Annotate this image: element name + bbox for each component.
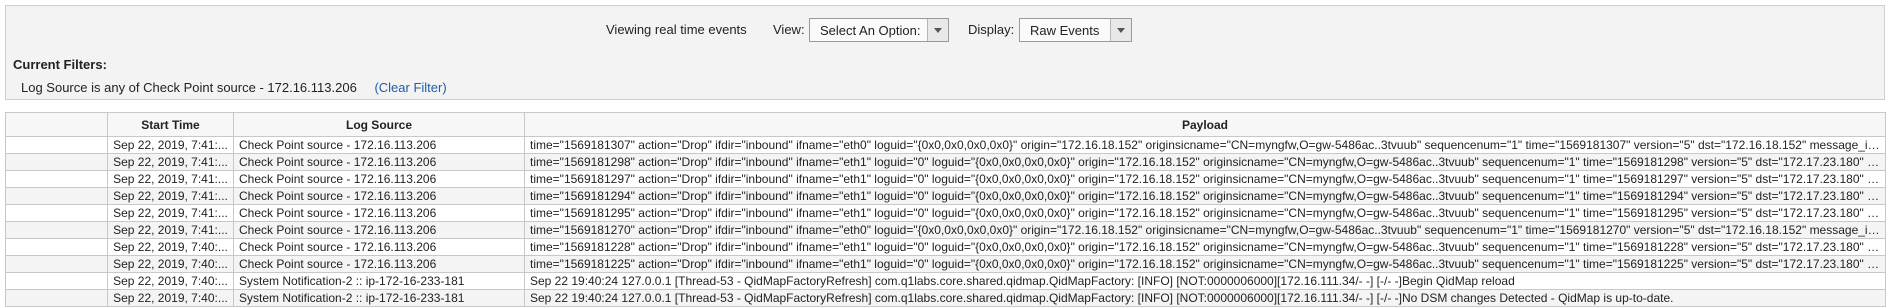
log-source-cell: Check Point source - 172.16.113.206 (233, 204, 525, 222)
payload-cell: Sep 22 19:40:24 127.0.0.1 [Thread-53 - Q… (524, 289, 1886, 307)
row-select-cell[interactable] (5, 153, 108, 171)
row-select-cell[interactable] (5, 238, 108, 256)
row-select-cell[interactable] (5, 170, 108, 188)
start-time-cell: Sep 22, 2019, 7:41:... (107, 136, 234, 154)
column-header-log-source[interactable]: Log Source (233, 112, 525, 137)
payload-cell: time="1569181225" action="Drop" ifdir="i… (524, 255, 1886, 273)
row-select-cell[interactable] (5, 221, 108, 239)
log-source-cell: Check Point source - 172.16.113.206 (233, 255, 525, 273)
display-select-dropdown-button[interactable] (1110, 19, 1131, 41)
payload-cell: time="1569181297" action="Drop" ifdir="i… (524, 170, 1886, 188)
table-row[interactable]: Sep 22, 2019, 7:41:... Check Point source… (5, 204, 1886, 222)
payload-cell: time="1569181270" action="Drop" ifdir="i… (524, 221, 1886, 239)
toolbar: Viewing real time events View: Select An… (6, 15, 1884, 43)
toolbar-panel: Viewing real time events View: Select An… (5, 5, 1885, 100)
table-row[interactable]: Sep 22, 2019, 7:40:... Check Point source… (5, 238, 1886, 256)
current-filters-title: Current Filters: (13, 57, 107, 72)
log-source-cell: Check Point source - 172.16.113.206 (233, 187, 525, 205)
payload-cell: time="1569181228" action="Drop" ifdir="i… (524, 238, 1886, 256)
start-time-cell: Sep 22, 2019, 7:40:... (107, 272, 234, 290)
start-time-cell: Sep 22, 2019, 7:41:... (107, 204, 234, 222)
column-header-start-time[interactable]: Start Time (107, 112, 234, 137)
table-row[interactable]: Sep 22, 2019, 7:41:... Check Point source… (5, 221, 1886, 239)
row-select-cell[interactable] (5, 136, 108, 154)
row-select-cell[interactable] (5, 204, 108, 222)
log-source-cell: System Notification-2 :: ip-172-16-233-1… (233, 289, 525, 307)
row-select-cell[interactable] (5, 255, 108, 273)
row-select-cell[interactable] (5, 272, 108, 290)
table-row[interactable]: Sep 22, 2019, 7:41:... Check Point source… (5, 170, 1886, 188)
start-time-cell: Sep 22, 2019, 7:40:... (107, 289, 234, 307)
view-select[interactable]: Select An Option: (809, 18, 949, 42)
column-header-payload[interactable]: Payload (524, 112, 1886, 137)
log-source-cell: System Notification-2 :: ip-172-16-233-1… (233, 272, 525, 290)
events-table: Start Time Log Source Payload Sep 22, 20… (5, 112, 1886, 307)
table-row[interactable]: Sep 22, 2019, 7:41:... Check Point source… (5, 187, 1886, 205)
view-label: View: (773, 22, 805, 37)
start-time-cell: Sep 22, 2019, 7:41:... (107, 221, 234, 239)
table-header-row: Start Time Log Source Payload (5, 112, 1886, 137)
log-source-cell: Check Point source - 172.16.113.206 (233, 238, 525, 256)
chevron-down-icon (934, 28, 942, 33)
view-select-dropdown-button[interactable] (927, 19, 948, 41)
table-row[interactable]: Sep 22, 2019, 7:40:... System Notificatio… (5, 272, 1886, 290)
viewing-status-text: Viewing real time events (606, 22, 747, 37)
log-source-cell: Check Point source - 172.16.113.206 (233, 136, 525, 154)
row-select-cell[interactable] (5, 289, 108, 307)
log-source-cell: Check Point source - 172.16.113.206 (233, 221, 525, 239)
table-row[interactable]: Sep 22, 2019, 7:41:... Check Point source… (5, 136, 1886, 154)
table-row[interactable]: Sep 22, 2019, 7:41:... Check Point source… (5, 153, 1886, 171)
start-time-cell: Sep 22, 2019, 7:41:... (107, 170, 234, 188)
payload-cell: time="1569181294" action="Drop" ifdir="i… (524, 187, 1886, 205)
log-source-cell: Check Point source - 172.16.113.206 (233, 153, 525, 171)
log-source-cell: Check Point source - 172.16.113.206 (233, 170, 525, 188)
start-time-cell: Sep 22, 2019, 7:41:... (107, 187, 234, 205)
payload-cell: Sep 22 19:40:24 127.0.0.1 [Thread-53 - Q… (524, 272, 1886, 290)
chevron-down-icon (1117, 28, 1125, 33)
row-select-cell[interactable] (5, 187, 108, 205)
table-row[interactable]: Sep 22, 2019, 7:40:... Check Point source… (5, 255, 1886, 273)
column-header-select[interactable] (5, 112, 108, 137)
filter-row: Log Source is any of Check Point source … (21, 80, 447, 95)
start-time-cell: Sep 22, 2019, 7:40:... (107, 255, 234, 273)
payload-cell: time="1569181298" action="Drop" ifdir="i… (524, 153, 1886, 171)
view-select-value: Select An Option: (820, 23, 921, 38)
filter-text: Log Source is any of Check Point source … (21, 80, 357, 95)
display-select[interactable]: Raw Events (1019, 18, 1132, 42)
start-time-cell: Sep 22, 2019, 7:41:... (107, 153, 234, 171)
display-label: Display: (968, 22, 1015, 37)
clear-filter-link[interactable]: (Clear Filter) (374, 80, 446, 95)
table-row[interactable]: Sep 22, 2019, 7:40:... System Notificatio… (5, 289, 1886, 307)
display-select-value: Raw Events (1030, 23, 1100, 38)
payload-cell: time="1569181307" action="Drop" ifdir="i… (524, 136, 1886, 154)
start-time-cell: Sep 22, 2019, 7:40:... (107, 238, 234, 256)
payload-cell: time="1569181295" action="Drop" ifdir="i… (524, 204, 1886, 222)
